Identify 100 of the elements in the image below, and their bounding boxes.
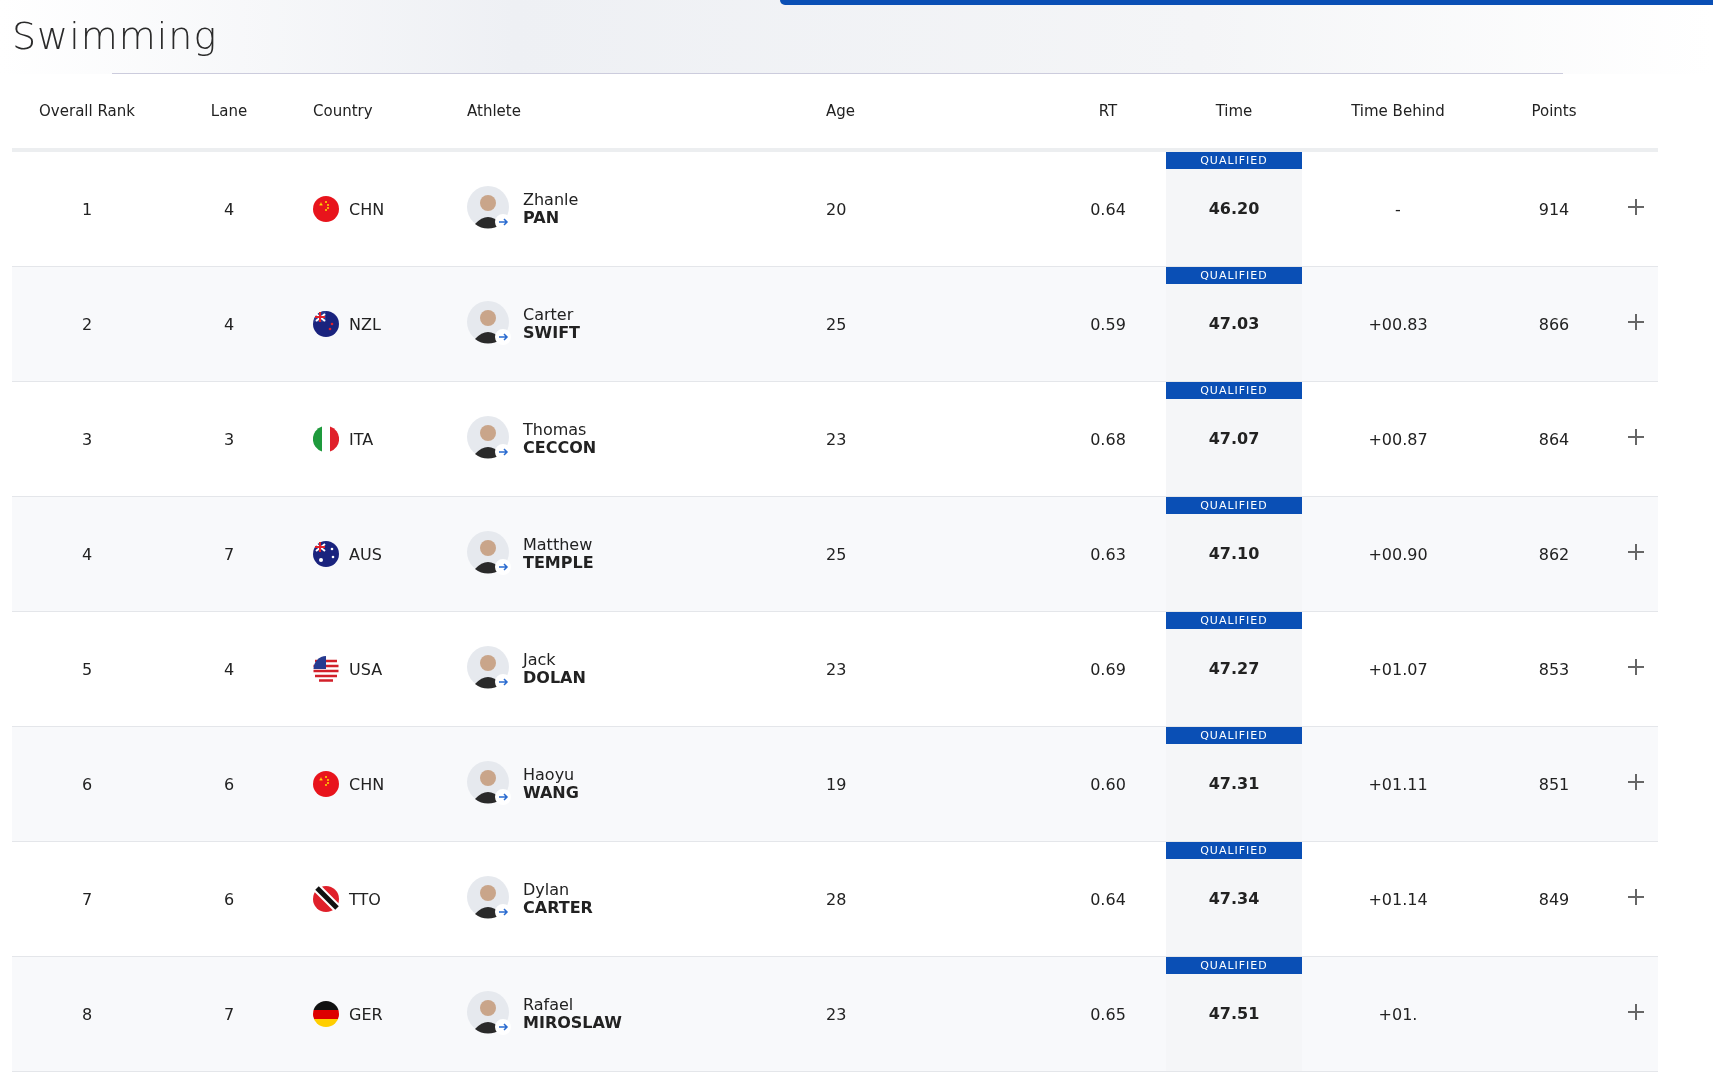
- avatar-icon[interactable]: [467, 531, 513, 577]
- athlete-first-name[interactable]: Dylan: [523, 881, 593, 899]
- athlete-first-name[interactable]: Haoyu: [523, 766, 579, 784]
- qualified-badge: QUALIFIED: [1166, 727, 1302, 744]
- points-cell: 853: [1538, 659, 1570, 679]
- time-behind-cell: -: [1395, 199, 1401, 219]
- athlete-last-name[interactable]: CECCON: [523, 439, 597, 457]
- rt-cell: 0.60: [1090, 774, 1126, 794]
- lane-cell: 6: [223, 774, 235, 794]
- flag-icon: [313, 886, 339, 912]
- athlete-first-name[interactable]: Matthew: [523, 536, 594, 554]
- athlete-first-name[interactable]: Thomas: [523, 421, 597, 439]
- rt-cell: 0.69: [1090, 659, 1126, 679]
- flag-icon: [313, 541, 339, 567]
- rank-cell: 2: [81, 314, 93, 334]
- points-cell: 862: [1538, 544, 1570, 564]
- country-code: TTO: [349, 889, 381, 909]
- avatar-icon[interactable]: [467, 991, 513, 1037]
- athlete-last-name[interactable]: DOLAN: [523, 669, 586, 687]
- column-header: Time Behind: [1351, 102, 1445, 120]
- time-cell-text: 47.03: [1207, 314, 1261, 335]
- time-behind-cell: +01.: [1378, 1004, 1418, 1024]
- lane-cell: 6: [223, 889, 235, 909]
- time-cell-text: 47.31: [1207, 774, 1261, 795]
- time-cell-text: 47.07: [1207, 429, 1261, 450]
- rt-cell: 0.64: [1090, 199, 1126, 219]
- qualified-badge: QUALIFIED: [1166, 957, 1302, 974]
- qualified-badge: QUALIFIED: [1166, 152, 1302, 169]
- expand-icon[interactable]: [1627, 773, 1645, 791]
- country-code: AUS: [349, 544, 382, 564]
- time-cell-text: 47.10: [1207, 544, 1261, 565]
- qualified-badge: QUALIFIED: [1166, 497, 1302, 514]
- time-behind-cell: +01.07: [1368, 659, 1428, 679]
- rt-cell: 0.59: [1090, 314, 1126, 334]
- column-header: Time: [1215, 102, 1253, 120]
- athlete-last-name[interactable]: PAN: [523, 209, 579, 227]
- lane-cell: 4: [223, 659, 235, 679]
- athlete-first-name[interactable]: Jack: [523, 651, 586, 669]
- rt-cell: 0.64: [1090, 889, 1126, 909]
- avatar-icon[interactable]: [467, 761, 513, 807]
- country-code: USA: [349, 659, 383, 679]
- athlete-last-name[interactable]: WANG: [523, 784, 579, 802]
- expand-icon[interactable]: [1627, 1003, 1645, 1021]
- time-cell-text: 46.20: [1207, 199, 1261, 220]
- age-cell: 28: [826, 889, 847, 909]
- age-cell: 25: [826, 544, 847, 564]
- lane-cell: 4: [223, 199, 235, 219]
- points-cell: 866: [1538, 314, 1570, 334]
- expand-icon[interactable]: [1627, 888, 1645, 906]
- rt-cell: 0.65: [1090, 1004, 1126, 1024]
- athlete-last-name[interactable]: MIROSLAW: [523, 1014, 622, 1032]
- age-cell: 23: [826, 429, 847, 449]
- flag-icon: [313, 426, 339, 452]
- country-code: NZL: [349, 314, 381, 334]
- country-code: CHN: [349, 199, 385, 219]
- qualified-badge: QUALIFIED: [1166, 842, 1302, 859]
- expand-icon[interactable]: [1627, 198, 1645, 216]
- country-code: CHN: [349, 774, 385, 794]
- athlete-last-name[interactable]: CARTER: [523, 899, 593, 917]
- athlete-first-name[interactable]: Zhanle: [523, 191, 579, 209]
- points-cell: 849: [1538, 889, 1570, 909]
- age-cell: 19: [826, 774, 847, 794]
- column-header: Lane: [210, 102, 248, 120]
- time-cell-text: 47.34: [1207, 889, 1261, 910]
- athlete-last-name[interactable]: SWIFT: [523, 324, 580, 342]
- time-behind-cell: +00.83: [1368, 314, 1428, 334]
- points-cell: 851: [1538, 774, 1570, 794]
- points-cell: 864: [1538, 429, 1570, 449]
- rank-cell: 8: [81, 1004, 93, 1024]
- age-cell: 20: [826, 199, 847, 219]
- avatar-icon[interactable]: [467, 301, 513, 347]
- column-header: Athlete: [467, 102, 521, 120]
- rank-cell: 5: [81, 659, 93, 679]
- rt-cell: 0.68: [1090, 429, 1126, 449]
- expand-icon[interactable]: [1627, 658, 1645, 676]
- rt-cell: 0.63: [1090, 544, 1126, 564]
- athlete-last-name[interactable]: TEMPLE: [523, 554, 594, 572]
- age-cell: 23: [826, 659, 847, 679]
- expand-icon[interactable]: [1627, 428, 1645, 446]
- country-code: GER: [349, 1004, 383, 1024]
- athlete-first-name[interactable]: Carter: [523, 306, 580, 324]
- rank-cell: 6: [81, 774, 93, 794]
- time-behind-cell: +00.90: [1368, 544, 1428, 564]
- expand-icon[interactable]: [1627, 313, 1645, 331]
- athlete-first-name[interactable]: Rafael: [523, 996, 622, 1014]
- time-cell-text: 47.51: [1207, 1004, 1261, 1025]
- column-header: RT: [1098, 102, 1118, 120]
- age-cell: 23: [826, 1004, 847, 1024]
- rank-cell: 3: [81, 429, 93, 449]
- page-title: Swimming: [12, 14, 218, 58]
- expand-icon[interactable]: [1627, 543, 1645, 561]
- time-behind-cell: +01.11: [1368, 774, 1428, 794]
- flag-icon: [313, 771, 339, 797]
- rank-cell: 7: [81, 889, 93, 909]
- flag-icon: [313, 1001, 339, 1027]
- time-behind-cell: +00.87: [1368, 429, 1428, 449]
- age-cell: 25: [826, 314, 847, 334]
- lane-cell: 3: [223, 429, 235, 449]
- qualified-badge: QUALIFIED: [1166, 267, 1302, 284]
- column-header: Points: [1531, 102, 1577, 120]
